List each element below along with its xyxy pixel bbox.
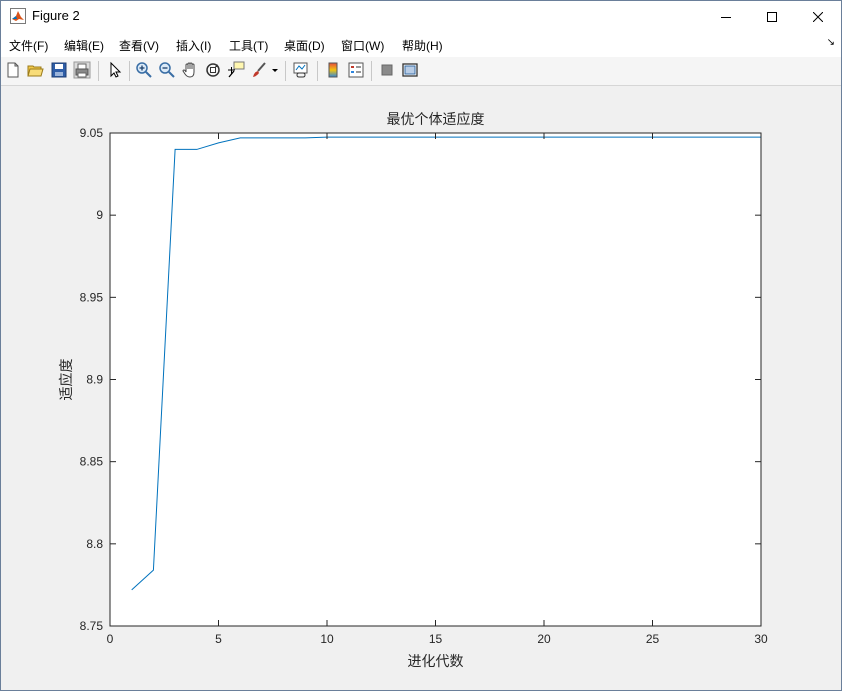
show-plot-tools-button[interactable] <box>401 61 419 79</box>
x-tick-label: 5 <box>215 632 222 646</box>
toolbar-separator <box>285 61 286 81</box>
menu-insert[interactable]: 插入(I) <box>176 37 211 54</box>
zoom-out-icon <box>159 62 175 78</box>
rotate-3d-button[interactable] <box>204 61 222 79</box>
legend-icon <box>348 62 364 78</box>
zoom-in-button[interactable] <box>135 61 153 79</box>
rotate-3d-icon <box>206 63 220 77</box>
zoom-out-button[interactable] <box>158 61 176 79</box>
window-title: Figure 2 <box>32 8 80 23</box>
maximize-icon <box>767 11 777 22</box>
title-bar: Figure 2 <box>1 1 841 32</box>
print-button[interactable] <box>73 61 91 79</box>
x-tick-label: 15 <box>429 632 443 646</box>
x-tick-label: 10 <box>320 632 334 646</box>
menu-help[interactable]: 帮助(H) <box>402 37 443 54</box>
close-icon <box>813 11 823 22</box>
pointer-icon <box>110 61 122 78</box>
data-cursor-icon <box>228 61 245 78</box>
x-tick-label: 20 <box>537 632 551 646</box>
colorbar-icon <box>328 62 338 78</box>
menu-desktop[interactable]: 桌面(D) <box>284 37 325 54</box>
legend-button[interactable] <box>347 61 365 79</box>
hide-plot-tools-button[interactable] <box>378 61 396 79</box>
zoom-in-icon <box>136 62 152 78</box>
toolbar-separator <box>371 61 372 81</box>
minimize-button[interactable] <box>703 1 749 32</box>
minimize-icon <box>721 16 731 18</box>
x-tick-label: 0 <box>107 632 114 646</box>
x-tick-label: 30 <box>754 632 768 646</box>
brush-dropdown[interactable] <box>271 61 279 79</box>
menu-view[interactable]: 查看(V) <box>119 37 159 54</box>
save-button[interactable] <box>50 61 68 79</box>
y-tick-label: 9.05 <box>80 126 104 140</box>
figure-toolbar <box>1 57 841 86</box>
menu-file[interactable]: 文件(F) <box>9 37 48 54</box>
data-cursor-button[interactable] <box>227 61 245 79</box>
open-file-icon <box>27 65 44 77</box>
y-tick-label: 8.8 <box>86 537 103 551</box>
dock-arrow-icon[interactable]: ↘ <box>827 37 835 48</box>
chart-title: 最优个体适应度 <box>387 111 485 128</box>
brush-button[interactable] <box>250 61 268 79</box>
link-plot-icon <box>293 62 308 78</box>
hide-plot-tools-icon <box>381 64 393 76</box>
figure-window: Figure 2 文件(F) 编辑(E) 查看(V) 插入(I) 工具(T) 桌… <box>0 0 842 691</box>
toolbar-separator <box>317 61 318 81</box>
maximize-button[interactable] <box>749 1 795 32</box>
close-button[interactable] <box>795 1 841 32</box>
save-icon <box>51 62 67 78</box>
x-tick-label: 25 <box>646 632 660 646</box>
colorbar-button[interactable] <box>324 61 342 79</box>
pan-hand-icon <box>182 62 195 78</box>
new-figure-button[interactable] <box>4 61 22 79</box>
figure-canvas: 0 5 10 15 20 25 30 8.75 8.8 8.85 8.9 8.95 9 9.05 最优个体… <box>1 86 841 690</box>
y-tick-label: 9 <box>96 208 103 222</box>
y-tick-label: 8.9 <box>86 373 103 387</box>
y-tick-label: 8.85 <box>80 455 104 469</box>
brush-icon <box>253 62 266 77</box>
open-file-button[interactable] <box>26 61 44 79</box>
y-tick-label: 8.95 <box>80 290 104 304</box>
y-tick-label: 8.75 <box>80 619 104 633</box>
menu-window[interactable]: 窗口(W) <box>341 37 384 54</box>
axes-background[interactable] <box>110 133 761 626</box>
pointer-button[interactable] <box>106 61 124 79</box>
link-plot-button[interactable] <box>292 61 310 79</box>
menu-bar: 文件(F) 编辑(E) 查看(V) 插入(I) 工具(T) 桌面(D) 窗口(W… <box>1 32 841 57</box>
matlab-logo-icon <box>10 8 26 24</box>
chevron-down-icon <box>272 69 278 72</box>
x-axis-label: 进化代数 <box>408 654 464 670</box>
show-plot-tools-icon <box>402 63 418 77</box>
toolbar-separator <box>129 61 130 81</box>
y-axis-label: 适应度 <box>58 359 75 401</box>
menu-tools[interactable]: 工具(T) <box>229 37 268 54</box>
pan-button[interactable] <box>181 61 199 79</box>
print-icon <box>73 61 91 79</box>
toolbar-separator <box>98 61 99 81</box>
line-chart[interactable]: 0 5 10 15 20 25 30 8.75 8.8 8.85 8.9 8.95 9 9.05 最优个体… <box>1 86 841 690</box>
new-figure-icon <box>7 62 19 78</box>
menu-edit[interactable]: 编辑(E) <box>64 37 104 54</box>
